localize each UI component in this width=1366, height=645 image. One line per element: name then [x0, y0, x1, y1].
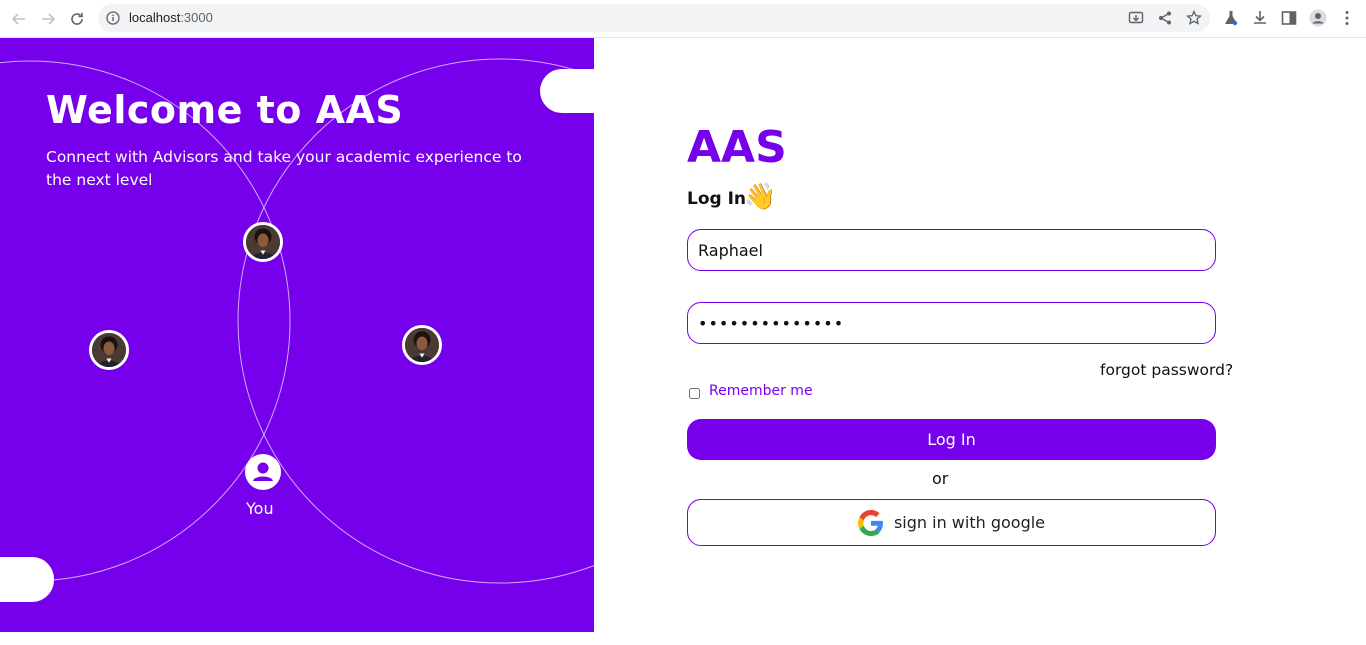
- url-text: localhost:3000: [129, 10, 213, 25]
- decorative-pill-bottom: [0, 557, 54, 602]
- advisor-avatar: [89, 330, 129, 370]
- share-icon[interactable]: [1157, 10, 1173, 26]
- forward-icon[interactable]: [36, 7, 60, 31]
- install-app-icon[interactable]: [1128, 10, 1144, 26]
- hero-title: Welcome to AAS: [46, 88, 404, 132]
- google-logo-icon: [857, 509, 883, 536]
- address-bar[interactable]: localhost:3000: [98, 4, 1210, 32]
- remember-me-label[interactable]: Remember me: [709, 383, 813, 399]
- profile-avatar-icon[interactable]: [1309, 9, 1327, 27]
- advisor-avatar: [402, 325, 442, 365]
- google-signin-label: sign in with google: [893, 513, 1046, 532]
- advisor-avatar: [243, 222, 283, 262]
- side-panel-icon[interactable]: [1280, 9, 1298, 27]
- user-icon: [245, 454, 281, 490]
- back-icon[interactable]: [7, 7, 31, 31]
- google-signin-button[interactable]: sign in with google: [687, 499, 1216, 546]
- or-divider-text: or: [932, 469, 949, 488]
- you-label: You: [246, 499, 274, 518]
- remember-me-checkbox[interactable]: [689, 388, 700, 399]
- reload-icon[interactable]: [65, 7, 89, 31]
- downloads-icon[interactable]: [1251, 9, 1269, 27]
- login-button[interactable]: Log In: [687, 419, 1216, 460]
- browser-menu-icon[interactable]: [1338, 9, 1356, 27]
- bookmark-star-icon[interactable]: [1186, 10, 1202, 26]
- forgot-password-link[interactable]: forgot password?: [1100, 361, 1233, 379]
- labs-flask-icon[interactable]: [1222, 9, 1240, 27]
- brand-logo-text: AAS: [687, 122, 787, 173]
- browser-toolbar: localhost:3000: [0, 0, 1366, 38]
- decorative-pill-top: [540, 69, 594, 113]
- site-info-icon[interactable]: [106, 11, 120, 25]
- username-input[interactable]: [687, 229, 1216, 271]
- password-input[interactable]: [687, 302, 1216, 344]
- login-heading: Log In: [687, 189, 747, 209]
- hero-subtitle: Connect with Advisors and take your acad…: [46, 148, 522, 189]
- welcome-hero-panel: Welcome to AAS Connect with Advisors and…: [0, 38, 594, 632]
- waving-hand-icon: 👋: [744, 182, 777, 212]
